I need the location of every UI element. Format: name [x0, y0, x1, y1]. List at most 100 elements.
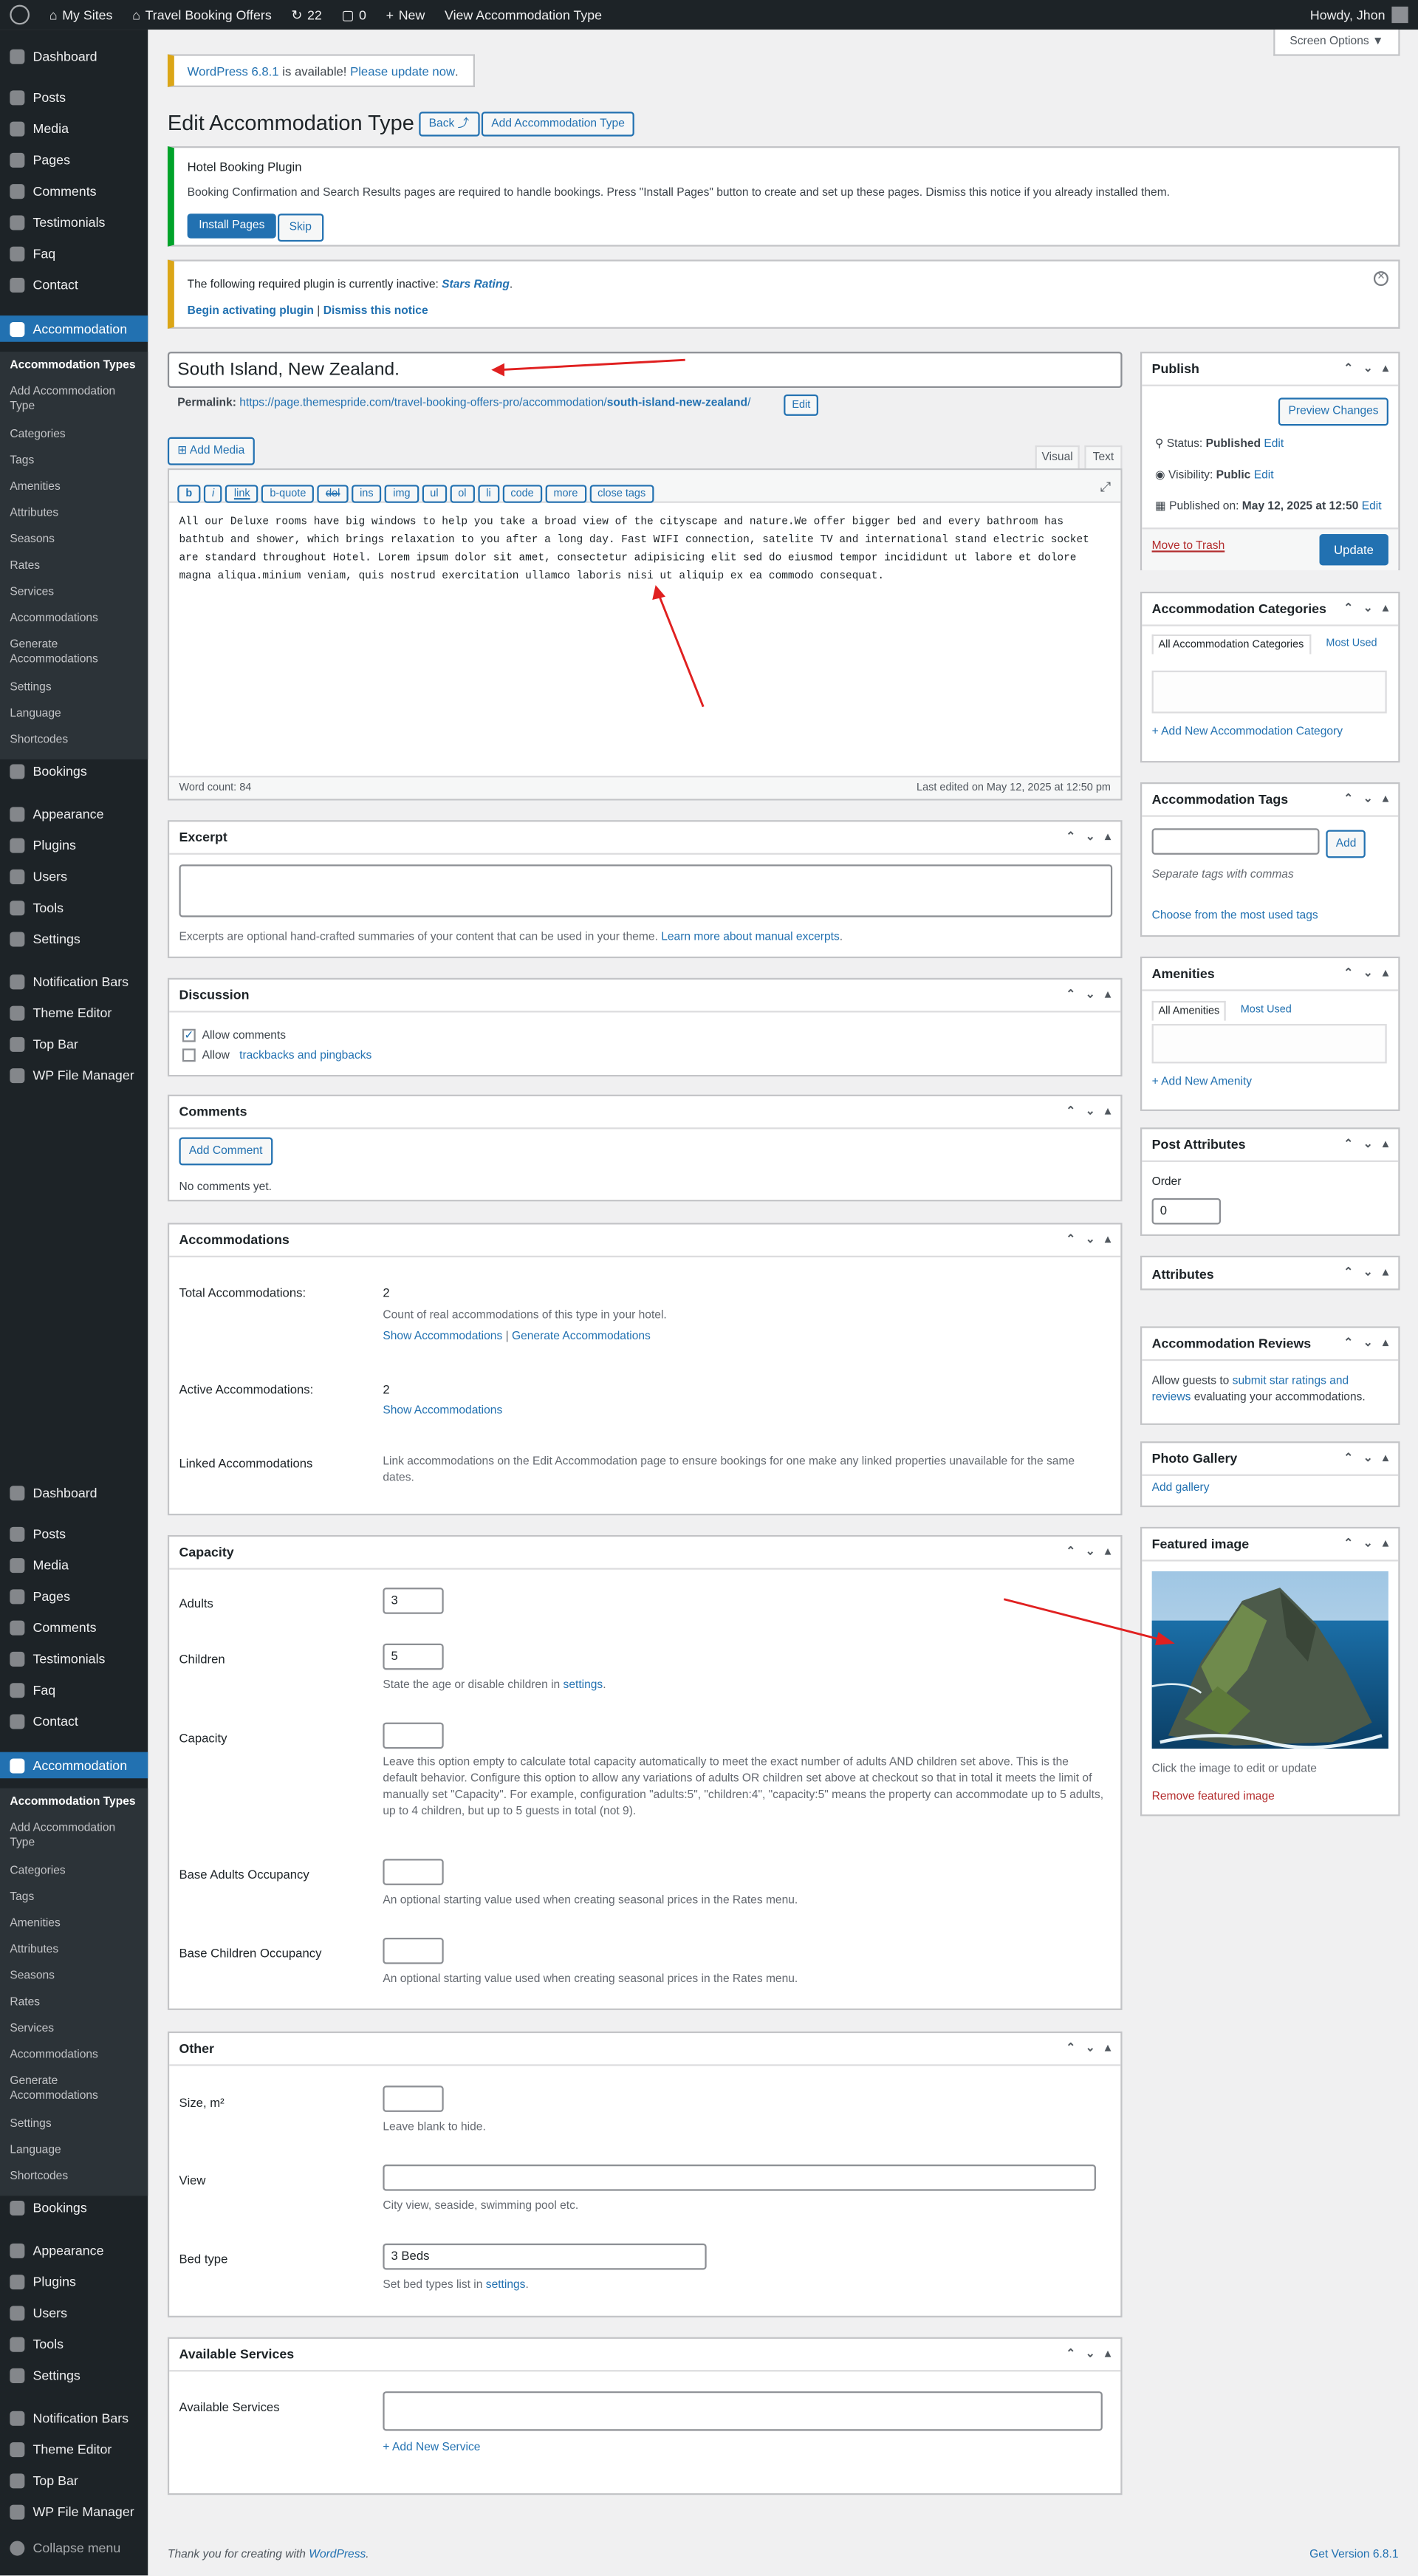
add-tag-button[interactable]: Add [1326, 830, 1366, 858]
quicktag-button[interactable]: i [203, 485, 223, 503]
submenu-item-13[interactable]: Shortcodes [10, 733, 148, 748]
sidebar-item-media[interactable]: Media [0, 115, 148, 142]
dismiss-notice-link[interactable]: Dismiss this notice [323, 306, 428, 318]
quicktag-button[interactable]: del [317, 485, 349, 503]
size-input[interactable] [383, 2085, 444, 2112]
fullscreen-icon[interactable]: ⤢ [1100, 480, 1111, 496]
sidebar-item-settings[interactable]: Settings [0, 2362, 148, 2388]
submenu-item-9[interactable]: Accommodations [10, 2048, 148, 2063]
show-active-accommodations-link[interactable]: Show Accommodations [383, 1405, 502, 1417]
sidebar-item-comments[interactable]: Comments [0, 177, 148, 204]
box-controls[interactable]: ⌃ ⌄ ▴ [1343, 1537, 1388, 1550]
sidebar-item-bookings[interactable]: Bookings [0, 758, 148, 785]
trackbacks-link[interactable]: trackbacks and pingbacks [239, 1050, 371, 1062]
move-to-trash-link[interactable]: Move to Trash [1152, 541, 1225, 553]
quicktag-button[interactable]: link [225, 485, 258, 503]
wordpress-logo-icon[interactable] [0, 0, 39, 30]
generate-accommodations-link[interactable]: Generate Accommodations [512, 1331, 651, 1343]
submenu-item-0[interactable]: Accommodation Types [10, 1794, 148, 1809]
featured-image[interactable] [1151, 1571, 1388, 1749]
add-new-category-link[interactable]: + Add New Accommodation Category [1152, 726, 1343, 738]
comments-link[interactable]: ▢ 0 [332, 0, 376, 30]
collapse-menu-button[interactable]: Collapse menu [0, 2535, 148, 2561]
edit-status-link[interactable]: Edit [1264, 439, 1284, 451]
sidebar-item-accommodation[interactable]: Accommodation [0, 1752, 148, 1779]
sidebar-item-file-manager[interactable]: WP File Manager [0, 2498, 148, 2525]
quicktag-button[interactable]: b [177, 485, 201, 503]
submenu-item-1[interactable]: Add Accommodation Type [10, 385, 134, 414]
sidebar-item-users[interactable]: Users [0, 2299, 148, 2326]
box-controls[interactable]: ⌃ ⌄ ▴ [1343, 601, 1388, 615]
box-controls[interactable]: ⌃ ⌄ ▴ [1343, 361, 1388, 375]
tab-text[interactable]: Text [1084, 445, 1123, 469]
editor-textarea[interactable]: All our Deluxe rooms have big windows to… [169, 503, 1120, 774]
submenu-item-6[interactable]: Seasons [10, 533, 148, 547]
adults-input[interactable]: 3 [383, 1588, 444, 1614]
sidebar-item-testimonials[interactable]: Testimonials [0, 1645, 148, 1672]
add-new-amenity-link[interactable]: + Add New Amenity [1152, 1076, 1253, 1088]
submenu-item-3[interactable]: Tags [10, 1890, 148, 1905]
box-controls[interactable]: ⌃ ⌄ ▴ [1066, 988, 1111, 1001]
sidebar-item-media[interactable]: Media [0, 1551, 148, 1578]
box-controls[interactable]: ⌃ ⌄ ▴ [1066, 1104, 1111, 1118]
box-controls[interactable]: ⌃ ⌄ ▴ [1343, 1265, 1388, 1279]
categories-list[interactable] [1151, 670, 1387, 714]
edit-visibility-link[interactable]: Edit [1254, 470, 1274, 482]
sidebar-item-posts[interactable]: Posts [0, 1520, 148, 1547]
box-controls[interactable]: ⌃ ⌄ ▴ [1343, 1138, 1388, 1151]
box-controls[interactable]: ⌃ ⌄ ▴ [1066, 1545, 1111, 1559]
submenu-item-4[interactable]: Amenities [10, 480, 148, 495]
submenu-item-7[interactable]: Rates [10, 1995, 148, 2010]
sidebar-item-notification-bars[interactable]: Notification Bars [0, 2405, 148, 2431]
sidebar-item-contact[interactable]: Contact [0, 271, 148, 298]
sidebar-item-testimonials[interactable]: Testimonials [0, 209, 148, 236]
submenu-item-5[interactable]: Attributes [10, 506, 148, 521]
sidebar-item-dashboard[interactable]: Dashboard [0, 43, 148, 69]
quicktag-button[interactable]: close tags [589, 485, 654, 503]
screen-options-button[interactable]: Screen Options ▼ [1273, 30, 1400, 56]
submenu-item-3[interactable]: Tags [10, 454, 148, 468]
submenu-item-6[interactable]: Seasons [10, 1969, 148, 1984]
sidebar-item-top-bar[interactable]: Top Bar [0, 2467, 148, 2493]
add-accommodation-type-button[interactable]: Add Accommodation Type [481, 112, 635, 137]
quicktag-button[interactable]: ins [351, 485, 382, 503]
excerpt-textarea[interactable] [179, 864, 1113, 918]
add-media-button[interactable]: ⊞ Add Media [167, 437, 255, 465]
site-name-link[interactable]: ⌂ Travel Booking Offers [123, 0, 281, 30]
sidebar-item-theme-editor[interactable]: Theme Editor [0, 1000, 148, 1026]
remove-featured-image-link[interactable]: Remove featured image [1152, 1791, 1275, 1803]
sidebar-item-users[interactable]: Users [0, 863, 148, 889]
sidebar-item-plugins[interactable]: Plugins [0, 832, 148, 858]
box-controls[interactable]: ⌃ ⌄ ▴ [1343, 966, 1388, 980]
add-gallery-link[interactable]: Add gallery [1152, 1483, 1210, 1494]
skip-button[interactable]: Skip [277, 213, 323, 242]
submenu-item-1[interactable]: Add Accommodation Type [10, 1821, 134, 1851]
quicktag-button[interactable]: li [478, 485, 499, 503]
stars-rating-link[interactable]: Stars Rating [442, 279, 510, 291]
submenu-item-7[interactable]: Rates [10, 558, 148, 573]
submenu-item-12[interactable]: Language [10, 707, 148, 722]
wordpress-link[interactable]: WordPress [309, 2549, 366, 2561]
install-pages-button[interactable]: Install Pages [187, 213, 276, 239]
add-new-service-link[interactable]: + Add New Service [383, 2442, 480, 2454]
submenu-item-10[interactable]: Generate Accommodations [10, 2074, 134, 2104]
allow-comments-checkbox[interactable]: ✓ [182, 1028, 196, 1042]
account-menu[interactable]: Howdy, Jhon [1310, 6, 1418, 24]
quicktag-button[interactable]: ol [450, 485, 475, 503]
sidebar-item-theme-editor[interactable]: Theme Editor [0, 2436, 148, 2462]
permalink-edit-button[interactable]: Edit [784, 394, 819, 416]
services-select[interactable] [383, 2391, 1103, 2431]
add-comment-button[interactable]: Add Comment [179, 1137, 273, 1166]
sidebar-item-faq[interactable]: Faq [0, 240, 148, 267]
sidebar-item-top-bar[interactable]: Top Bar [0, 1031, 148, 1057]
submenu-item-11[interactable]: Settings [10, 680, 148, 695]
submenu-item-11[interactable]: Settings [10, 2117, 148, 2132]
sidebar-item-file-manager[interactable]: WP File Manager [0, 1062, 148, 1088]
view-link[interactable]: View Accommodation Type [435, 0, 612, 30]
bed-type-input[interactable]: 3 Beds [383, 2243, 707, 2270]
base-adults-input[interactable] [383, 1859, 444, 1885]
submenu-item-4[interactable]: Amenities [10, 1916, 148, 1931]
begin-activating-link[interactable]: Begin activating plugin [188, 306, 314, 318]
box-controls[interactable]: ⌃ ⌄ ▴ [1343, 1336, 1388, 1350]
submenu-item-2[interactable]: Categories [10, 1864, 148, 1879]
